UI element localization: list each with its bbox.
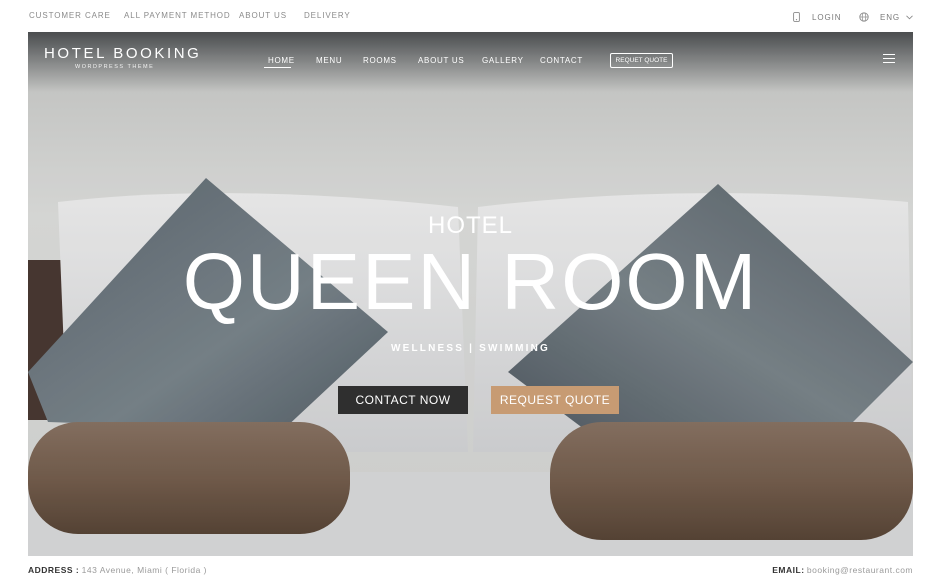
address-value: 143 Avenue, Miami ( Florida ) bbox=[81, 565, 208, 575]
contact-now-button[interactable]: CONTACT NOW bbox=[338, 386, 468, 414]
brand-subtitle: WORDPRESS THEME bbox=[75, 64, 155, 70]
nav-about-us[interactable]: ABOUT US bbox=[418, 56, 464, 65]
top-link-about-us[interactable]: ABOUT US bbox=[239, 11, 287, 20]
email-link[interactable]: booking@restaurant.com bbox=[807, 565, 913, 575]
phone-icon bbox=[793, 12, 800, 22]
nav-active-indicator bbox=[264, 67, 291, 68]
hero-title: QUEEN ROOM bbox=[182, 237, 759, 326]
footer-bar: ADDRESS : 143 Avenue, Miami ( Florida ) … bbox=[0, 556, 940, 584]
email-block: EMAIL: booking@restaurant.com bbox=[772, 565, 913, 575]
main-navbar: HOTEL BOOKING WORDPRESS THEME HOME MENU … bbox=[28, 32, 913, 88]
top-link-customer-care[interactable]: CUSTOMER CARE bbox=[29, 11, 111, 20]
nav-menu[interactable]: MENU bbox=[316, 56, 342, 65]
top-link-delivery[interactable]: DELIVERY bbox=[304, 11, 351, 20]
top-link-payment-method[interactable]: ALL PAYMENT METHOD bbox=[124, 11, 231, 20]
nav-request-quote-button[interactable]: REQUET QUOTE bbox=[610, 53, 673, 68]
nav-gallery[interactable]: GALLERY bbox=[482, 56, 524, 65]
globe-icon bbox=[859, 12, 869, 22]
nav-rooms[interactable]: ROOMS bbox=[363, 56, 397, 65]
hero-section: HOTEL BOOKING WORDPRESS THEME HOME MENU … bbox=[28, 32, 913, 556]
hero-tags: WELLNESS | SWIMMING bbox=[390, 343, 551, 354]
hero-kicker: HOTEL bbox=[427, 212, 513, 239]
brand-title[interactable]: HOTEL BOOKING bbox=[44, 45, 201, 62]
address-label: ADDRESS : bbox=[28, 565, 80, 575]
chevron-down-icon[interactable] bbox=[906, 15, 913, 20]
address-block: ADDRESS : 143 Avenue, Miami ( Florida ) bbox=[28, 565, 207, 575]
menu-icon[interactable] bbox=[883, 54, 895, 63]
email-label: EMAIL: bbox=[772, 565, 805, 575]
nav-contact[interactable]: CONTACT bbox=[540, 56, 583, 65]
request-quote-button[interactable]: REQUEST QUOTE bbox=[491, 386, 619, 414]
login-link[interactable]: LOGIN bbox=[812, 13, 841, 22]
top-bar: CUSTOMER CARE ALL PAYMENT METHOD ABOUT U… bbox=[0, 0, 940, 32]
language-selector[interactable]: ENG bbox=[880, 13, 900, 22]
nav-home[interactable]: HOME bbox=[268, 56, 295, 65]
